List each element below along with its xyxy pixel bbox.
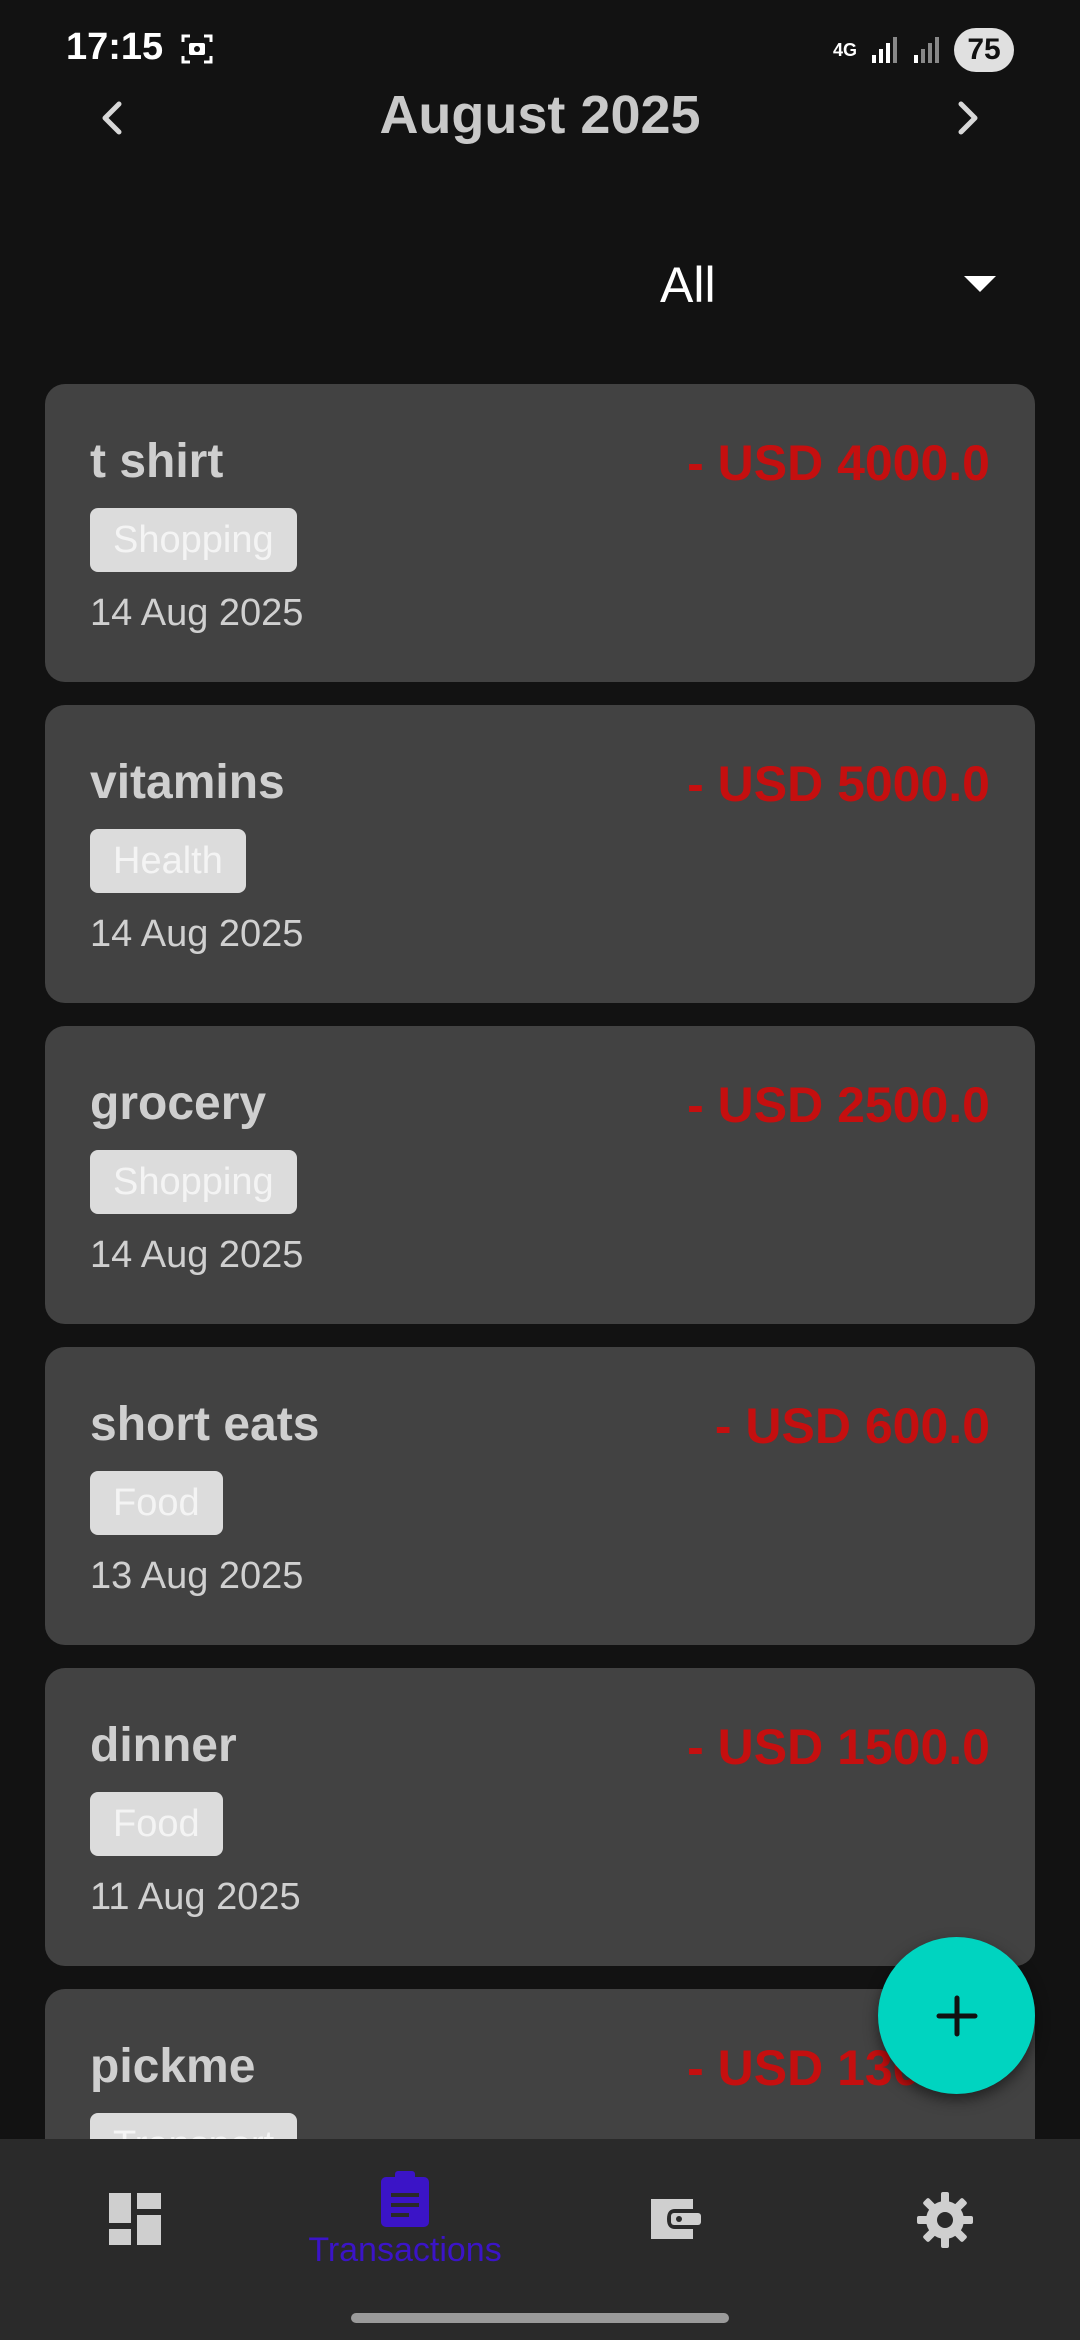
transaction-title: vitamins bbox=[90, 756, 285, 809]
transaction-amount: - USD 1500.0 bbox=[687, 1719, 990, 1775]
plus-icon bbox=[936, 1995, 977, 2036]
chevron-right-icon bbox=[958, 101, 978, 135]
transaction-list[interactable]: t shirt - USD 4000.0 Shopping 14 Aug 202… bbox=[45, 384, 1035, 2139]
nav-label-transactions: Transactions bbox=[308, 2231, 502, 2269]
network-type: 4G bbox=[832, 40, 857, 60]
category-tag: Transport bbox=[90, 2113, 298, 2139]
add-transaction-button[interactable] bbox=[878, 1937, 1035, 2094]
transaction-title: short eats bbox=[90, 1398, 320, 1451]
category-tag: Health bbox=[90, 829, 246, 893]
battery-indicator: 75 bbox=[954, 28, 1014, 72]
settings-icon bbox=[917, 2192, 973, 2248]
transaction-date: 14 Aug 2025 bbox=[90, 1234, 304, 1276]
clipboard-icon bbox=[381, 2171, 429, 2227]
transaction-title: grocery bbox=[90, 1077, 267, 1130]
wallet-icon bbox=[651, 2199, 701, 2239]
transaction-title: t shirt bbox=[90, 435, 224, 488]
nav-wallet[interactable] bbox=[540, 2139, 810, 2289]
transaction-date: 11 Aug 2025 bbox=[90, 1876, 301, 1918]
category-tag: Shopping bbox=[90, 508, 297, 572]
month-title: August 2025 bbox=[379, 85, 701, 145]
category-tag: Food bbox=[90, 1792, 223, 1856]
status-time: 17:15 bbox=[66, 26, 164, 68]
status-icons: 4G 75 bbox=[832, 28, 1014, 72]
transaction-card[interactable]: grocery - USD 2500.0 Shopping 14 Aug 202… bbox=[45, 1026, 1035, 1324]
category-tag: Shopping bbox=[90, 1150, 297, 1214]
transaction-card[interactable]: dinner - USD 1500.0 Food 11 Aug 2025 bbox=[45, 1668, 1035, 1966]
dashboard-icon bbox=[109, 2193, 161, 2245]
signal-icon-2 bbox=[914, 37, 939, 63]
transaction-title: dinner bbox=[90, 1719, 237, 1772]
transaction-amount: - USD 4000.0 bbox=[687, 435, 990, 491]
home-indicator[interactable] bbox=[351, 2313, 729, 2323]
transaction-amount: - USD 600.0 bbox=[714, 1398, 990, 1454]
transaction-card[interactable]: vitamins - USD 5000.0 Health 14 Aug 2025 bbox=[45, 705, 1035, 1003]
nav-settings[interactable] bbox=[810, 2139, 1080, 2289]
transaction-date: 14 Aug 2025 bbox=[90, 913, 304, 955]
transactions-screen: 17:15 4G 75 August 2025 All t shirt - US… bbox=[0, 0, 1080, 2340]
transaction-card[interactable]: t shirt - USD 4000.0 Shopping 14 Aug 202… bbox=[45, 384, 1035, 682]
transaction-card[interactable]: short eats - USD 600.0 Food 13 Aug 2025 bbox=[45, 1347, 1035, 1645]
nav-dashboard[interactable] bbox=[0, 2139, 270, 2289]
next-month-button[interactable] bbox=[938, 88, 998, 148]
filter-selected-value: All bbox=[660, 257, 716, 313]
transaction-date: 13 Aug 2025 bbox=[90, 1555, 304, 1597]
category-tag: Food bbox=[90, 1471, 223, 1535]
transaction-amount: - USD 2500.0 bbox=[687, 1077, 990, 1133]
screenshot-icon bbox=[181, 34, 213, 64]
bottom-navigation: Transactions bbox=[0, 2139, 1080, 2340]
nav-transactions[interactable]: Transactions bbox=[270, 2139, 540, 2289]
category-filter-dropdown[interactable]: All bbox=[640, 240, 1000, 330]
dropdown-arrow-icon bbox=[964, 276, 996, 292]
transaction-date: 14 Aug 2025 bbox=[90, 592, 304, 634]
transaction-title: pickme bbox=[90, 2040, 256, 2093]
transaction-amount: - USD 5000.0 bbox=[687, 756, 990, 812]
month-header: August 2025 bbox=[0, 70, 1080, 160]
signal-icon bbox=[872, 37, 897, 63]
